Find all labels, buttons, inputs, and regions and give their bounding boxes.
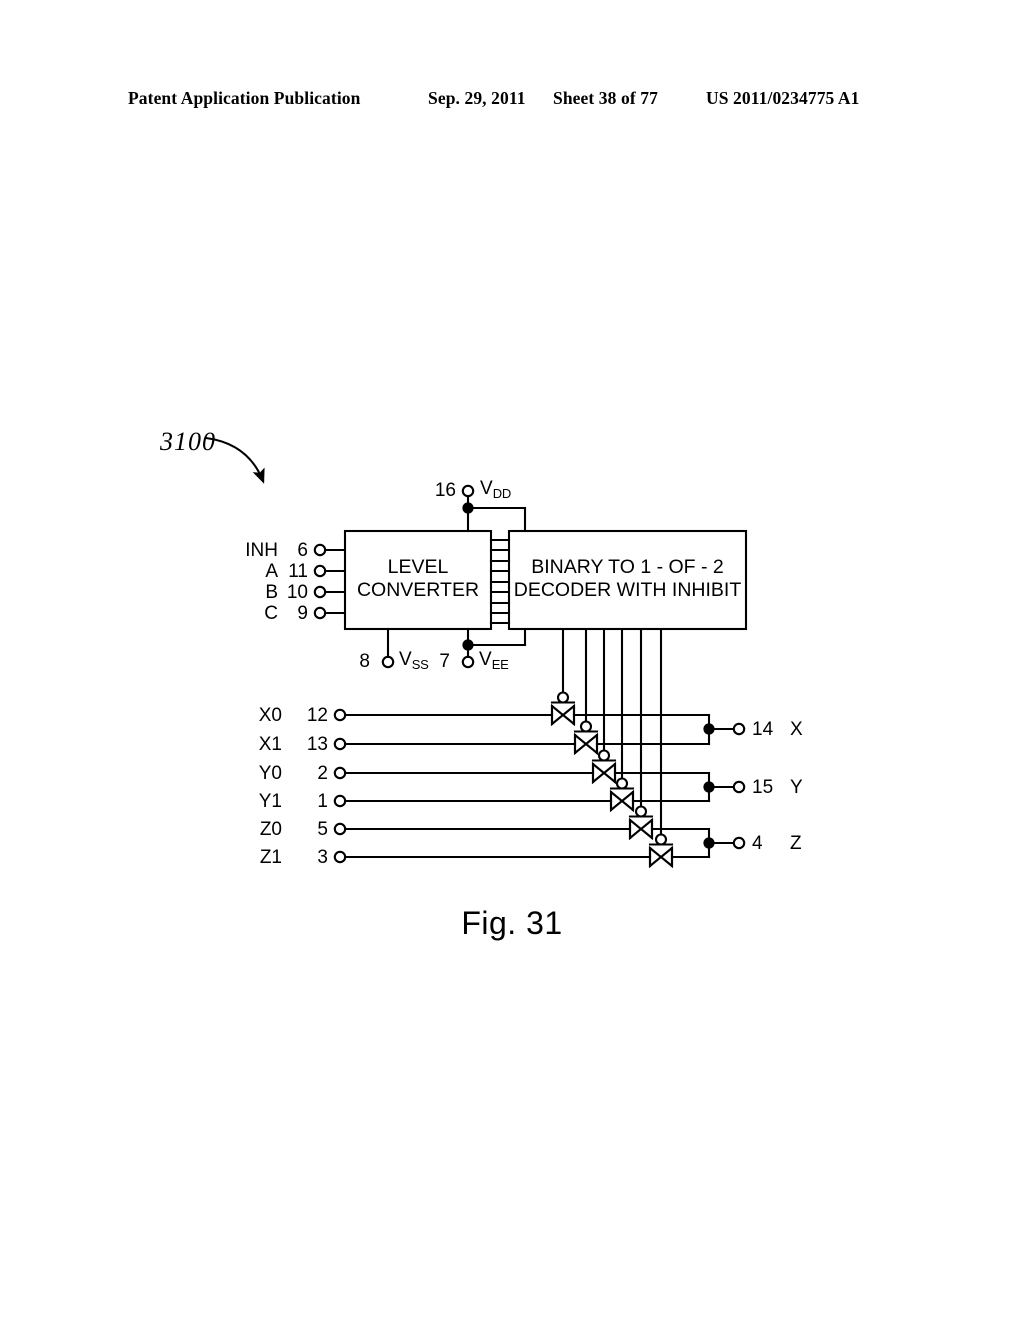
figure-drawing (0, 0, 1024, 1320)
control-input-pin-inh: 6 (297, 540, 308, 561)
transmission-gate-y0 (591, 749, 617, 784)
switch-input-name-y0: Y0 (258, 763, 282, 784)
transmission-gate-y1 (609, 777, 635, 812)
vee-symbol: V (479, 649, 492, 670)
level-converter-label-line1: LEVEL (387, 556, 449, 578)
control-input-pin-leads (313, 543, 347, 620)
switch-output-name-x: X (790, 719, 803, 740)
vee-pin-number: 7 (439, 651, 450, 672)
switch-input-name-x1: X1 (258, 734, 282, 755)
control-input-pin-b: 10 (286, 582, 308, 603)
decoder-label: BINARY TO 1 - OF - 2 DECODER WITH INHIBI… (509, 556, 746, 602)
control-input-pin-a: 11 (288, 561, 308, 582)
control-input-name-b: B (265, 582, 278, 603)
switch-output-pin-x: 14 (752, 719, 774, 740)
switch-input-name-x0: X0 (258, 705, 282, 726)
decoder-label-line1: BINARY TO 1 - OF - 2 (531, 556, 724, 578)
switch-signal-rails (343, 713, 711, 859)
switch-input-pin-x1: 13 (306, 734, 328, 755)
control-input-name-inh: INH (245, 540, 278, 561)
transmission-gate-z1 (648, 833, 674, 868)
vss-pin-number: 8 (359, 651, 370, 672)
figure-caption: Fig. 31 (461, 905, 563, 941)
level-converter-label: LEVEL CONVERTER (345, 556, 491, 602)
switch-output-pin-y: 15 (752, 777, 774, 798)
control-input-name-a: A (265, 561, 278, 582)
switch-input-pin-y0: 2 (317, 763, 328, 784)
control-input-name-c: C (264, 603, 278, 624)
level-converter-label-line2: CONVERTER (356, 579, 480, 601)
schematic-svg (204, 436, 748, 868)
switch-input-pin-x0: 12 (306, 705, 328, 726)
vdd-label: VDD (480, 478, 512, 501)
vdd-pin-number: 16 (434, 480, 456, 501)
decoder-label-line2: DECODER WITH INHIBIT (513, 579, 742, 601)
switch-output-name-y: Y (790, 777, 803, 798)
switch-input-pins (333, 708, 347, 864)
transmission-gate-x0 (550, 691, 576, 726)
switch-input-name-y1: Y1 (258, 791, 282, 812)
switch-input-name-z1: Z1 (259, 847, 282, 868)
patent-drawing-sheet: Patent Application Publication Sep. 29, … (0, 0, 1024, 1320)
switch-input-pin-z0: 5 (317, 819, 328, 840)
vdd-subscript: DD (492, 486, 512, 501)
reference-numeral: 3100 (160, 427, 216, 456)
vss-net (381, 627, 395, 669)
vee-label: VEE (479, 649, 509, 672)
vdd-symbol: V (480, 478, 493, 499)
control-input-pin-c: 9 (297, 603, 308, 624)
transmission-gate-x1 (573, 720, 599, 755)
switch-input-pin-y1: 1 (317, 791, 328, 812)
switch-input-pin-z1: 3 (317, 847, 328, 868)
switch-output-pin-z: 4 (752, 833, 763, 854)
switch-input-name-z0: Z0 (259, 819, 282, 840)
transmission-gates (550, 691, 674, 868)
vee-subscript: EE (491, 657, 509, 672)
switch-output-name-z: Z (790, 833, 802, 854)
